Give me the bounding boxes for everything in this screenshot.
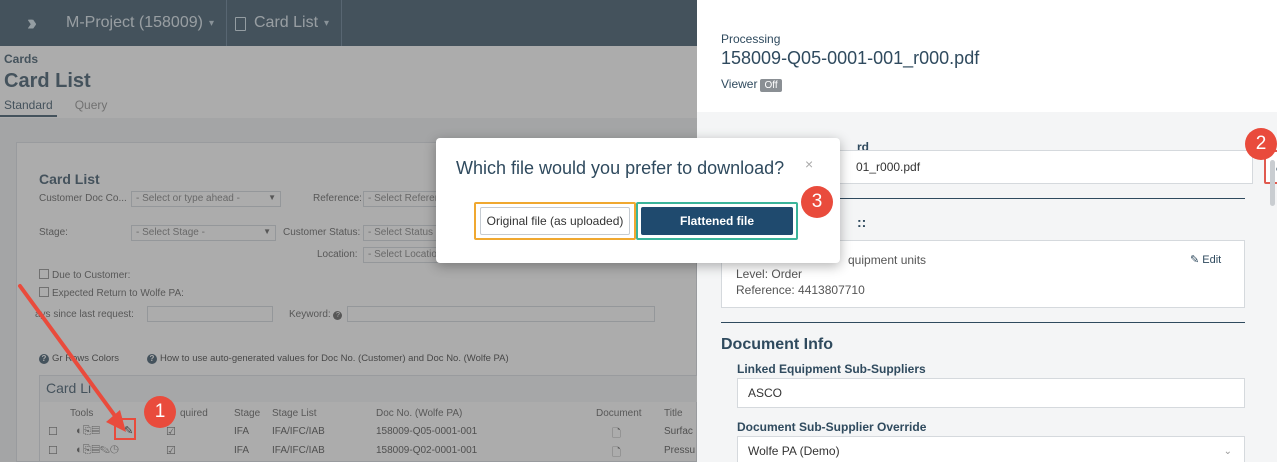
edit-label: Edit	[1202, 254, 1222, 266]
processing-label: Processing	[721, 32, 781, 46]
override-select[interactable]: Wolfe PA (Demo) ⌄	[737, 436, 1245, 462]
modal-title: Which file would you prefer to download?	[456, 158, 785, 178]
file-name: 158009-Q05-0001-001_r000.pdf	[721, 48, 980, 68]
linked-suppliers-label: Linked Equipment Sub-Suppliers	[737, 362, 926, 376]
linked-suppliers-field[interactable]: ASCO	[737, 378, 1245, 408]
linked-suppliers-value: ASCO	[748, 386, 783, 400]
flattened-file-button[interactable]: Flattened file	[641, 207, 793, 235]
override-value: Wolfe PA (Demo)	[748, 444, 840, 458]
edit-highlight-box	[114, 418, 136, 440]
viewer-toggle[interactable]: Viewer Off	[721, 77, 782, 92]
red-arrow-annotation	[18, 284, 126, 432]
step-marker-1: 1	[144, 396, 176, 428]
step-marker-2: 2	[1245, 128, 1277, 160]
viewer-state-badge[interactable]: Off	[760, 79, 782, 92]
card-file-text: 01_r000.pdf	[856, 160, 921, 174]
original-file-button[interactable]: Original file (as uploaded)	[480, 207, 630, 235]
document-info-heading: Document Info	[721, 336, 833, 353]
close-icon[interactable]: ×	[805, 156, 813, 172]
edit-button[interactable]: ✎ Edit	[1190, 253, 1221, 266]
override-label: Document Sub-Supplier Override	[737, 420, 927, 434]
pencil-icon: ✎	[1190, 254, 1200, 266]
viewer-label: Viewer	[721, 77, 758, 91]
section-divider	[721, 322, 1245, 323]
download-choice-modal: Which file would you prefer to download?…	[436, 138, 840, 263]
section-heading: ::	[857, 214, 867, 230]
chevron-down-icon: ⌄	[1223, 445, 1232, 457]
equipment-text: quipment units	[848, 253, 927, 267]
step-marker-3: 3	[801, 186, 833, 218]
scrollbar[interactable]	[1270, 160, 1275, 206]
reference-text: Reference: 4413807710	[736, 283, 865, 297]
level-text: Level: Order	[736, 267, 803, 281]
